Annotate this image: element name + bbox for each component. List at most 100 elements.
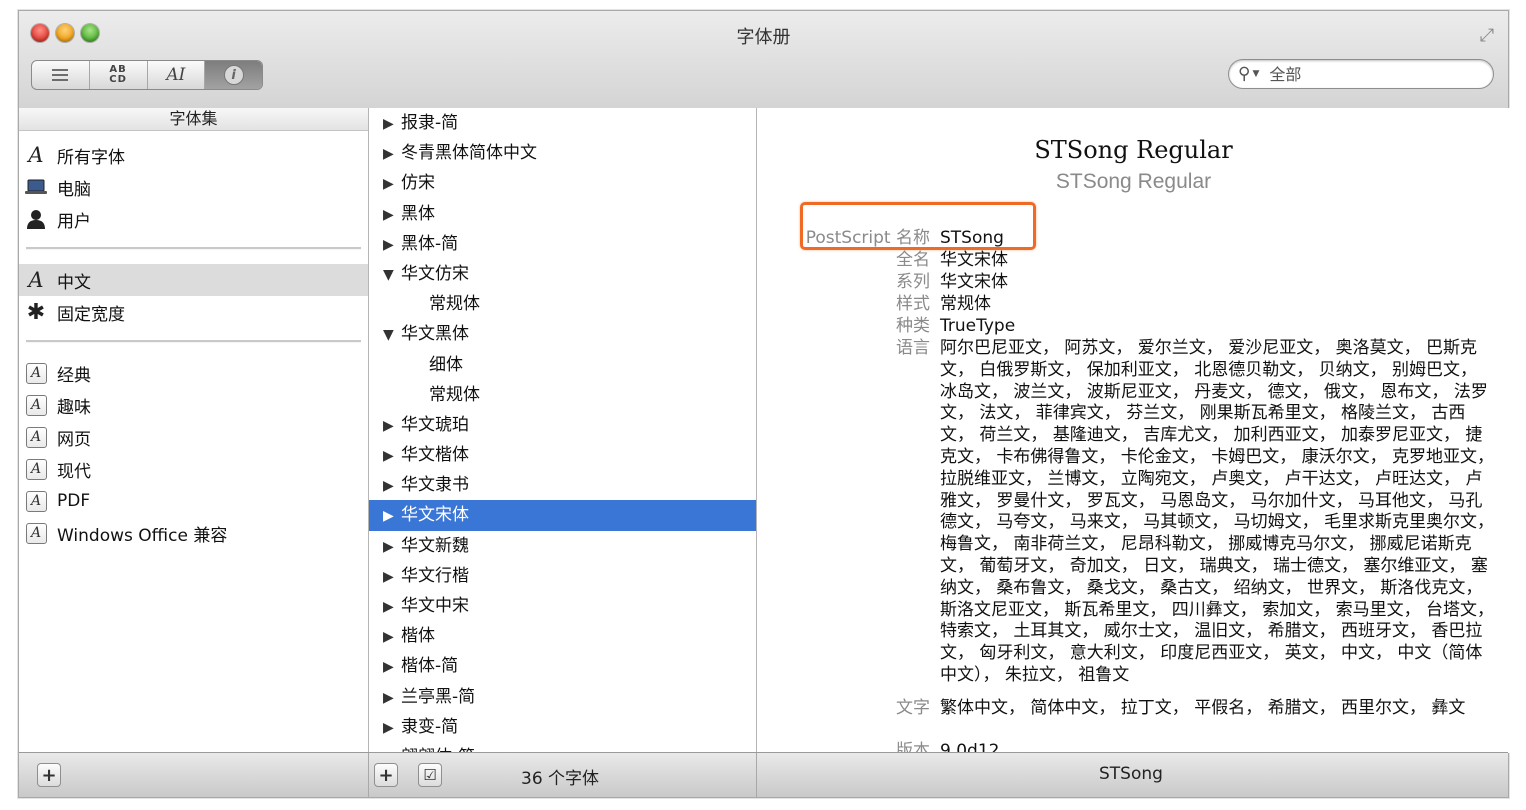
disclosure-closed-icon[interactable]: ▶ (383, 592, 401, 622)
search-input[interactable] (1267, 63, 1472, 85)
info-row: 文字 繁体中文， 简体中文， 拉丁文， 平假名， 希腊文， 西里尔文， 彝文 (757, 698, 1497, 720)
font-face-row[interactable]: 细体 (369, 350, 756, 380)
collection-classic[interactable]: A 经典 (19, 357, 368, 389)
gear-icon: ✱ (26, 299, 46, 325)
font-family-row[interactable]: ▶ 华文琥珀 (369, 410, 756, 440)
info-row: 全名 华文宋体 (757, 250, 1497, 272)
font-family-row[interactable]: ▶ 报隶-简 (369, 108, 756, 138)
font-name-label: 黑体 (401, 203, 435, 224)
sample-view-button[interactable]: AB CD (90, 61, 148, 89)
font-family-row[interactable]: ▶ 华文中宋 (369, 591, 756, 621)
disclosure-closed-icon[interactable]: ▶ (383, 139, 401, 169)
info-key: 文字 (896, 698, 930, 718)
disclosure-closed-icon[interactable]: ▶ (383, 411, 401, 441)
collection-computer[interactable]: 电脑 (19, 171, 368, 203)
search-field[interactable]: ⚲ ▼ (1228, 59, 1494, 89)
disclosure-closed-icon[interactable]: ▶ (383, 562, 401, 592)
view-mode-segmented-control: AB CD AI i (31, 60, 263, 90)
collection-chinese[interactable]: A 中文 (19, 264, 368, 296)
custom-view-button[interactable]: AI (148, 61, 206, 89)
font-family-row[interactable]: ▶ 楷体 (369, 621, 756, 651)
script-a-icon: A (28, 268, 44, 292)
info-value: 繁体中文， 简体中文， 拉丁文， 平假名， 希腊文， 西里尔文， 彝文 (940, 698, 1466, 718)
disclosure-open-icon[interactable]: ▼ (383, 260, 401, 290)
collection-user[interactable]: 用户 (19, 203, 368, 235)
font-family-row[interactable]: ▶ 兰亭黑-简 (369, 682, 756, 712)
font-name-label: 华文仿宋 (401, 263, 469, 284)
font-family-row[interactable]: ▶ 隶变-简 (369, 712, 756, 742)
font-name-label: 黑体-简 (401, 233, 459, 254)
collections-sidebar: 字体集 A 所有字体 电脑 用户 A 中文 ✱ 固定宽度 A 经典 A 趣味 A… (19, 108, 369, 753)
font-family-row[interactable]: ▶ 华文新魏 (369, 531, 756, 561)
list-view-button[interactable] (32, 61, 90, 89)
collection-label: PDF (57, 491, 91, 511)
collection-pdf[interactable]: A PDF (19, 485, 368, 517)
collection-fun[interactable]: A 趣味 (19, 389, 368, 421)
disclosure-closed-icon[interactable]: ▶ (383, 169, 401, 199)
disclosure-closed-icon[interactable]: ▶ (383, 683, 401, 713)
font-family-row[interactable]: ▶ 华文楷体 (369, 440, 756, 470)
font-name-label: 楷体-简 (401, 656, 459, 677)
disclosure-closed-icon[interactable]: ▶ (383, 652, 401, 682)
disclosure-closed-icon[interactable]: ▶ (383, 471, 401, 501)
disclosure-closed-icon[interactable]: ▶ (383, 532, 401, 562)
collection-label: 电脑 (57, 179, 91, 200)
font-family-row[interactable]: ▶ 华文行楷 (369, 561, 756, 591)
disclosure-closed-icon[interactable]: ▶ (383, 230, 401, 260)
divider (756, 753, 757, 797)
separator (26, 340, 361, 343)
disclosure-closed-icon[interactable]: ▶ (383, 622, 401, 652)
font-subtitle: STSong Regular (1055, 170, 1212, 193)
collection-label: 经典 (57, 365, 91, 386)
chevron-down-icon[interactable]: ▼ (1252, 69, 1259, 79)
font-name-label: 楷体 (401, 626, 435, 647)
disclosure-closed-icon[interactable]: ▶ (383, 713, 401, 743)
script-a-icon: A (28, 143, 44, 167)
font-family-row[interactable]: ▶ 华文隶书 (369, 470, 756, 500)
font-name-label: 华文隶书 (401, 475, 469, 496)
disclosure-closed-icon[interactable]: ▶ (383, 441, 401, 471)
disclosure-open-icon[interactable]: ▼ (383, 320, 401, 350)
font-family-row[interactable]: ▼ 华文黑体 (369, 319, 756, 349)
disclosure-closed-icon[interactable]: ▶ (383, 501, 401, 531)
font-family-row[interactable]: ▶ 黑体 (369, 199, 756, 229)
collection-modern[interactable]: A 现代 (19, 453, 368, 485)
font-face-row[interactable]: 常规体 (369, 380, 756, 410)
checkbox-icon: ☑ (423, 766, 437, 784)
window-title: 字体册 (736, 27, 791, 48)
disclosure-closed-icon[interactable]: ▶ (383, 109, 401, 139)
font-family-row[interactable]: ▶ 楷体-简 (369, 651, 756, 681)
info-key: 全名 (896, 250, 930, 270)
font-name-label: 华文新魏 (401, 535, 469, 556)
add-collection-button[interactable]: + (37, 763, 61, 787)
info-value: TrueType (940, 316, 1016, 336)
font-family-row[interactable]: ▶ 华文宋体 (369, 500, 756, 531)
collection-windows-office[interactable]: A Windows Office 兼容 (19, 517, 368, 549)
font-count: 36 个字体 (521, 769, 600, 789)
font-face-row[interactable]: 常规体 (369, 289, 756, 319)
font-name-label: 华文黑体 (401, 324, 469, 345)
collection-fixed-width[interactable]: ✱ 固定宽度 (19, 296, 368, 328)
font-name-label: 报隶-简 (401, 113, 459, 133)
add-font-button[interactable]: + (374, 763, 398, 787)
collection-web[interactable]: A 网页 (19, 421, 368, 453)
info-icon: i (223, 65, 244, 85)
info-value: 阿尔巴尼亚文， 阿苏文， 爱尔兰文， 爱沙尼亚文， 奥洛莫文， 巴斯克文， 白俄… (940, 338, 1495, 685)
font-box-icon: A (24, 457, 48, 481)
font-name-label: 常规体 (429, 294, 480, 315)
info-view-button[interactable]: i (205, 61, 262, 89)
font-family-row[interactable]: ▶ 冬青黑体简体中文 (369, 138, 756, 168)
enable-font-checkbox[interactable]: ☑ (418, 763, 442, 787)
font-family-row[interactable]: ▶ 仿宋 (369, 168, 756, 198)
font-family-row[interactable]: ▶ 黑体-简 (369, 229, 756, 259)
separator (26, 247, 361, 250)
fullscreen-icon[interactable]: ⤢ (1476, 25, 1498, 47)
info-row: 种类 TrueType (757, 316, 1497, 338)
collections-header: 字体集 (19, 108, 368, 131)
disclosure-closed-icon[interactable]: ▶ (383, 200, 401, 230)
collection-label: 所有字体 (57, 147, 125, 168)
font-family-row[interactable]: ▼ 华文仿宋 (369, 259, 756, 289)
info-row: 语言 阿尔巴尼亚文， 阿苏文， 爱尔兰文， 爱沙尼亚文， 奥洛莫文， 巴斯克文， … (757, 338, 1497, 687)
plus-icon: + (41, 764, 57, 786)
collection-all-fonts[interactable]: A 所有字体 (19, 139, 368, 171)
